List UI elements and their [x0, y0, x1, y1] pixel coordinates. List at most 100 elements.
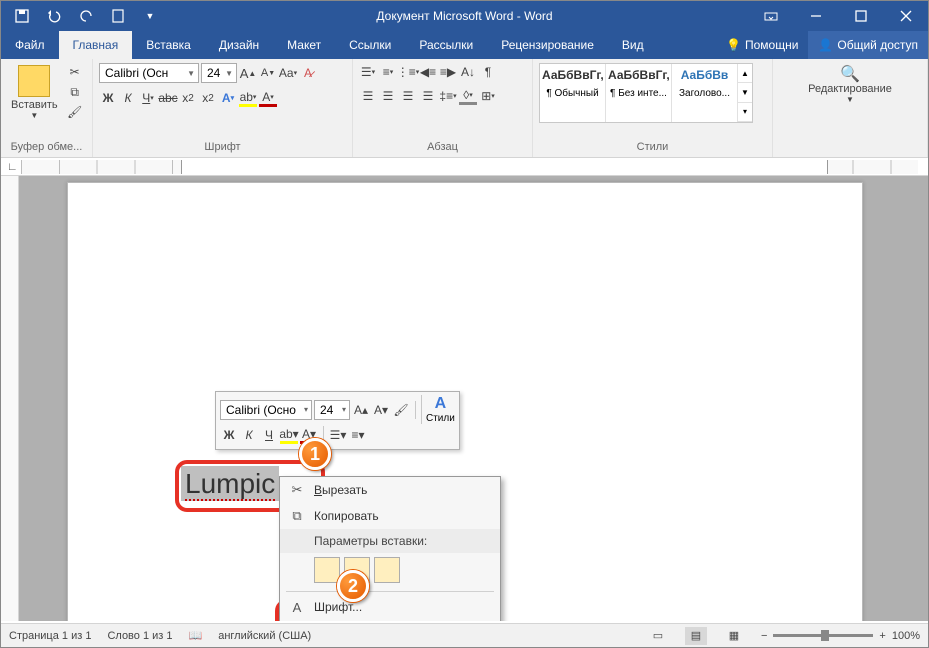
decrease-indent-icon[interactable]: ◀≡	[419, 63, 437, 81]
status-page[interactable]: Страница 1 из 1	[9, 630, 91, 642]
ruler-toggle-icon[interactable]: ∟	[7, 161, 18, 173]
annotation-badge-1: 1	[299, 438, 331, 470]
status-words[interactable]: Слово 1 из 1	[107, 630, 172, 642]
italic-icon[interactable]: К	[119, 89, 137, 107]
line-spacing-icon[interactable]: ‡≡▾	[439, 87, 457, 105]
increase-indent-icon[interactable]: ≡▶	[439, 63, 457, 81]
status-bar: Страница 1 из 1 Слово 1 из 1 📖 английски…	[1, 623, 928, 647]
format-painter-icon[interactable]: 🖌	[66, 103, 84, 121]
web-layout-icon[interactable]: ▦	[723, 627, 745, 645]
tab-home[interactable]: Главная	[59, 31, 133, 59]
mini-highlight-icon[interactable]: ab▾	[280, 426, 298, 444]
mini-italic-icon[interactable]: К	[240, 426, 258, 444]
mini-underline-icon[interactable]: Ч	[260, 426, 278, 444]
menu-paragraph[interactable]: ☰Абзац...	[280, 620, 500, 621]
bullets-icon[interactable]: ☰▾	[359, 63, 377, 81]
tab-references[interactable]: Ссылки	[335, 31, 405, 59]
editing-button[interactable]: 🔍 Редактирование ▼	[804, 63, 896, 106]
zoom-slider[interactable]	[773, 634, 873, 637]
menu-cut[interactable]: ✂Вырезать	[280, 477, 500, 503]
cut-icon[interactable]: ✂	[66, 63, 84, 81]
zoom-control[interactable]: − + 100%	[761, 630, 920, 642]
tab-view[interactable]: Вид	[608, 31, 658, 59]
underline-icon[interactable]: Ч▾	[139, 89, 157, 107]
redo-icon[interactable]	[73, 6, 99, 26]
paste-text-only-icon[interactable]	[374, 557, 400, 583]
font-name-combo[interactable]: Calibri (Осн▼	[99, 63, 199, 83]
find-icon: 🔍	[841, 65, 859, 83]
mini-grow-icon[interactable]: A▴	[352, 401, 370, 419]
superscript-icon[interactable]: x2	[199, 89, 217, 107]
mini-numbering-icon[interactable]: ≡▾	[349, 426, 367, 444]
align-right-icon[interactable]: ☰	[399, 87, 417, 105]
tab-insert[interactable]: Вставка	[132, 31, 205, 59]
tell-me[interactable]: 💡Помощни	[716, 31, 808, 59]
styles-scroll[interactable]: ▲▼▾	[738, 64, 752, 122]
paste-keep-source-icon[interactable]	[314, 557, 340, 583]
mini-toolbar: Calibri (Осно▾ 24▾ A▴ A▾ 🖌 AСтили Ж К Ч …	[215, 391, 460, 450]
menu-font[interactable]: AШрифт...	[280, 594, 500, 620]
change-case-icon[interactable]: Aa▾	[279, 64, 297, 82]
show-marks-icon[interactable]: ¶	[479, 63, 497, 81]
tab-review[interactable]: Рецензирование	[487, 31, 608, 59]
undo-icon[interactable]	[41, 6, 67, 26]
mini-shrink-icon[interactable]: A▾	[372, 401, 390, 419]
zoom-out-icon[interactable]: −	[761, 630, 767, 642]
print-layout-icon[interactable]: ▤	[685, 627, 707, 645]
tab-mailings[interactable]: Рассылки	[405, 31, 487, 59]
menu-copy[interactable]: ⧉Копировать	[280, 503, 500, 529]
sort-icon[interactable]: A↓	[459, 63, 477, 81]
shading-icon[interactable]: ◊▾	[459, 87, 477, 105]
copy-icon[interactable]: ⧉	[66, 83, 84, 101]
clear-format-icon[interactable]: A̷	[299, 64, 317, 82]
group-clipboard-label: Буфер обме...	[1, 139, 92, 157]
save-icon[interactable]	[9, 6, 35, 26]
read-mode-icon[interactable]: ▭	[647, 627, 669, 645]
zoom-in-icon[interactable]: +	[879, 630, 885, 642]
minimize-icon[interactable]	[793, 1, 838, 31]
ribbon-tabs: Файл Главная Вставка Дизайн Макет Ссылки…	[1, 31, 928, 59]
mini-bullets-icon[interactable]: ☰▾	[329, 426, 347, 444]
multilevel-icon[interactable]: ⋮≡▾	[399, 63, 417, 81]
new-icon[interactable]	[105, 6, 131, 26]
mini-bold-icon[interactable]: Ж	[220, 426, 238, 444]
mini-format-painter-icon[interactable]: 🖌	[392, 401, 410, 419]
align-left-icon[interactable]: ☰	[359, 87, 377, 105]
ribbon-options-icon[interactable]	[748, 1, 793, 31]
title-bar: ▼ Документ Microsoft Word - Word	[1, 1, 928, 31]
qat-dropdown-icon[interactable]: ▼	[137, 6, 163, 26]
numbering-icon[interactable]: ≡▾	[379, 63, 397, 81]
grow-font-icon[interactable]: A▲	[239, 64, 257, 82]
tab-design[interactable]: Дизайн	[205, 31, 273, 59]
subscript-icon[interactable]: x2	[179, 89, 197, 107]
tab-file[interactable]: Файл	[1, 31, 59, 59]
zoom-value[interactable]: 100%	[892, 630, 920, 642]
bold-icon[interactable]: Ж	[99, 89, 117, 107]
mini-font-combo[interactable]: Calibri (Осно▾	[220, 400, 312, 420]
mini-styles-button[interactable]: AСтили	[421, 395, 455, 424]
style-heading1[interactable]: АаБбВвЗаголово...	[672, 64, 738, 122]
status-language[interactable]: английский (США)	[218, 630, 311, 642]
font-size-combo[interactable]: 24▼	[201, 63, 237, 83]
proofing-icon[interactable]: 📖	[189, 629, 203, 642]
annotation-badge-2: 2	[337, 570, 369, 602]
style-normal[interactable]: АаБбВвГг,¶ Обычный	[540, 64, 606, 122]
strike-icon[interactable]: abc	[159, 89, 177, 107]
align-center-icon[interactable]: ☰	[379, 87, 397, 105]
justify-icon[interactable]: ☰	[419, 87, 437, 105]
style-no-spacing[interactable]: АаБбВвГг,¶ Без инте...	[606, 64, 672, 122]
styles-gallery[interactable]: АаБбВвГг,¶ Обычный АаБбВвГг,¶ Без инте..…	[539, 63, 753, 123]
ruler-horizontal[interactable]: ∟	[1, 158, 928, 176]
paste-button[interactable]: Вставить ▼	[7, 63, 62, 122]
shrink-font-icon[interactable]: A▼	[259, 64, 277, 82]
tab-layout[interactable]: Макет	[273, 31, 335, 59]
text-effects-icon[interactable]: A▾	[219, 89, 237, 107]
close-icon[interactable]	[883, 1, 928, 31]
ruler-vertical[interactable]	[1, 176, 19, 621]
borders-icon[interactable]: ⊞▾	[479, 87, 497, 105]
maximize-icon[interactable]	[838, 1, 883, 31]
highlight-icon[interactable]: ab▾	[239, 89, 257, 107]
font-color-icon[interactable]: A▾	[259, 89, 277, 107]
mini-size-combo[interactable]: 24▾	[314, 400, 350, 420]
share-button[interactable]: 👤Общий доступ	[808, 31, 928, 59]
